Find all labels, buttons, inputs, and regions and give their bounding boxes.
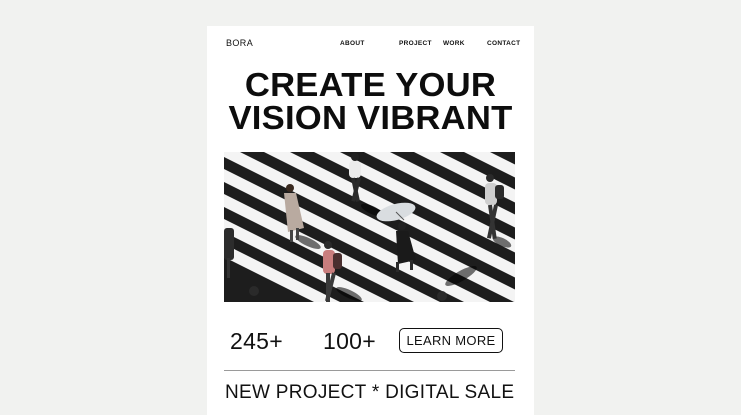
nav-project[interactable]: PROJECT [399, 40, 432, 47]
nav-about[interactable]: ABOUT [340, 40, 365, 47]
crosswalk-photo [224, 152, 515, 302]
divider [224, 370, 515, 371]
hero-headline-line1: CREATE YOUR [244, 66, 497, 103]
nav-work[interactable]: WORK [443, 40, 465, 47]
hero-headline: CREATE YOUR VISION VIBRANT [207, 68, 534, 134]
stat-projects: 245+ [230, 328, 284, 354]
learn-more-button[interactable]: LEARN MORE [399, 328, 503, 353]
hero-headline-line2: VISION VIBRANT [228, 99, 513, 136]
nav-contact[interactable]: CONTACT [487, 40, 520, 47]
brand-logo[interactable]: BORA [226, 38, 253, 48]
ticker-text: NEW PROJECT * DIGITAL SALE [225, 382, 515, 403]
hero-image [224, 152, 515, 302]
landing-card: BORA ABOUT PROJECT WORK CONTACT CREATE Y… [207, 26, 534, 415]
stat-clients: 100+ [323, 328, 377, 354]
